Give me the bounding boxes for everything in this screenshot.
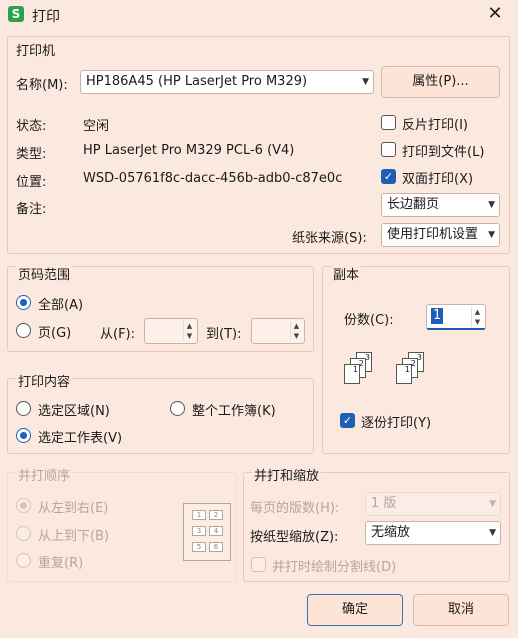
to-page-spinner[interactable]: ▲ ▼ bbox=[251, 318, 305, 344]
copies-count-spinner[interactable]: 1 ▲ ▼ bbox=[426, 304, 486, 330]
location-value: WSD-05761f8c-dacc-456b-adb0-c87e0c bbox=[83, 171, 343, 186]
flip-option-value: 长边翻页 bbox=[387, 197, 440, 212]
reverse-print-checkbox[interactable] bbox=[381, 115, 396, 130]
spin-up-icon[interactable]: ▲ bbox=[184, 321, 195, 331]
chevron-down-icon: ▼ bbox=[488, 200, 495, 210]
order-top-to-bottom-label: 从上到下(B) bbox=[38, 529, 110, 544]
page-range-group-title: 页码范围 bbox=[16, 264, 73, 283]
copies-count-label: 份数(C): bbox=[344, 313, 394, 328]
pages-per-sheet-value: 1 版 bbox=[371, 496, 397, 511]
note-label: 备注: bbox=[16, 202, 47, 217]
checkmark-icon: ✓ bbox=[342, 414, 353, 427]
print-selection-radio[interactable] bbox=[16, 401, 31, 416]
scale-to-paper-label: 按纸型缩放(Z): bbox=[250, 530, 339, 545]
printer-group-title: 打印机 bbox=[16, 44, 56, 59]
printer-name-select[interactable]: HP186A45 (HP LaserJet Pro M329) ▼ bbox=[80, 70, 374, 94]
collate-preview-icon: 3 2 1 bbox=[344, 352, 374, 386]
spin-down-icon[interactable]: ▼ bbox=[184, 331, 195, 341]
pages-per-sheet-label: 每页的版数(H): bbox=[250, 501, 340, 516]
reverse-print-label: 反片打印(I) bbox=[402, 118, 468, 133]
location-label: 位置: bbox=[16, 175, 47, 190]
duplex-print-label: 双面打印(X) bbox=[402, 172, 474, 187]
printer-name-value: HP186A45 (HP LaserJet Pro M329) bbox=[86, 74, 308, 89]
spin-down-icon[interactable]: ▼ bbox=[291, 331, 302, 341]
checkmark-icon: ✓ bbox=[383, 170, 394, 183]
print-active-sheet-label: 选定工作表(V) bbox=[38, 431, 123, 446]
ok-button[interactable]: 确定 bbox=[307, 594, 403, 626]
copies-count-value: 1 bbox=[431, 308, 444, 324]
window-title: 打印 bbox=[32, 9, 60, 25]
cancel-button[interactable]: 取消 bbox=[413, 594, 509, 626]
print-to-file-checkbox[interactable] bbox=[381, 142, 396, 157]
from-label: 从(F): bbox=[100, 327, 136, 342]
page-range-all-radio[interactable] bbox=[16, 295, 31, 310]
print-active-sheet-radio[interactable] bbox=[16, 428, 31, 443]
print-content-group-title: 打印内容 bbox=[16, 371, 73, 390]
order-repeat-radio[interactable] bbox=[16, 553, 31, 568]
scale-to-paper-select[interactable]: 无缩放 ▼ bbox=[365, 521, 501, 545]
order-top-to-bottom-radio[interactable] bbox=[16, 526, 31, 541]
to-label: 到(T): bbox=[206, 327, 242, 342]
scale-to-paper-value: 无缩放 bbox=[371, 525, 411, 540]
flip-option-select[interactable]: 长边翻页 ▼ bbox=[381, 193, 500, 217]
status-value: 空闲 bbox=[83, 119, 110, 134]
chevron-down-icon: ▼ bbox=[488, 230, 495, 240]
paper-source-value: 使用打印机设置 bbox=[387, 227, 479, 242]
spin-down-icon[interactable]: ▼ bbox=[472, 317, 483, 327]
duplex-print-checkbox[interactable]: ✓ bbox=[381, 169, 396, 184]
chevron-down-icon: ▼ bbox=[362, 77, 369, 87]
from-page-spinner[interactable]: ▲ ▼ bbox=[144, 318, 198, 344]
copies-group-title: 副本 bbox=[331, 264, 362, 283]
collate-preview-icon: 3 2 1 bbox=[396, 352, 426, 386]
order-left-to-right-radio[interactable] bbox=[16, 498, 31, 513]
status-label: 状态: bbox=[16, 119, 47, 134]
print-to-file-label: 打印到文件(L) bbox=[402, 145, 485, 160]
print-order-group-title: 并打顺序 bbox=[16, 465, 73, 484]
draw-borders-checkbox[interactable] bbox=[251, 557, 266, 572]
print-entire-workbook-label: 整个工作簿(K) bbox=[192, 404, 276, 419]
chevron-down-icon: ▼ bbox=[489, 499, 496, 509]
type-label: 类型: bbox=[16, 147, 47, 162]
order-left-to-right-label: 从左到右(E) bbox=[38, 501, 109, 516]
paper-source-label: 纸张来源(S): bbox=[292, 231, 367, 246]
draw-borders-label: 并打时绘制分割线(D) bbox=[272, 560, 397, 575]
page-range-pages-radio[interactable] bbox=[16, 323, 31, 338]
type-value: HP LaserJet Pro M329 PCL-6 (V4) bbox=[83, 143, 295, 158]
spin-up-icon[interactable]: ▲ bbox=[291, 321, 302, 331]
properties-button[interactable]: 属性(P)... bbox=[381, 66, 500, 98]
spin-up-icon[interactable]: ▲ bbox=[472, 307, 483, 317]
title-bar: S 打印 ✕ bbox=[0, 0, 518, 30]
pages-per-sheet-select[interactable]: 1 版 ▼ bbox=[365, 492, 501, 516]
close-icon[interactable]: ✕ bbox=[484, 3, 506, 25]
paper-source-select[interactable]: 使用打印机设置 ▼ bbox=[381, 223, 500, 247]
app-logo-icon: S bbox=[8, 6, 24, 22]
scaling-group-title: 并打和缩放 bbox=[252, 465, 322, 484]
collate-label: 逐份打印(Y) bbox=[361, 416, 432, 431]
collate-checkbox[interactable]: ✓ bbox=[340, 413, 355, 428]
print-entire-workbook-radio[interactable] bbox=[170, 401, 185, 416]
print-order-preview-icon: 1 2 3 4 5 6 bbox=[183, 503, 231, 561]
page-range-all-label: 全部(A) bbox=[38, 298, 84, 313]
page-range-pages-label: 页(G) bbox=[38, 326, 72, 341]
print-selection-label: 选定区域(N) bbox=[38, 404, 110, 419]
chevron-down-icon: ▼ bbox=[489, 528, 496, 538]
order-repeat-label: 重复(R) bbox=[38, 556, 84, 571]
printer-name-label: 名称(M): bbox=[16, 78, 68, 93]
